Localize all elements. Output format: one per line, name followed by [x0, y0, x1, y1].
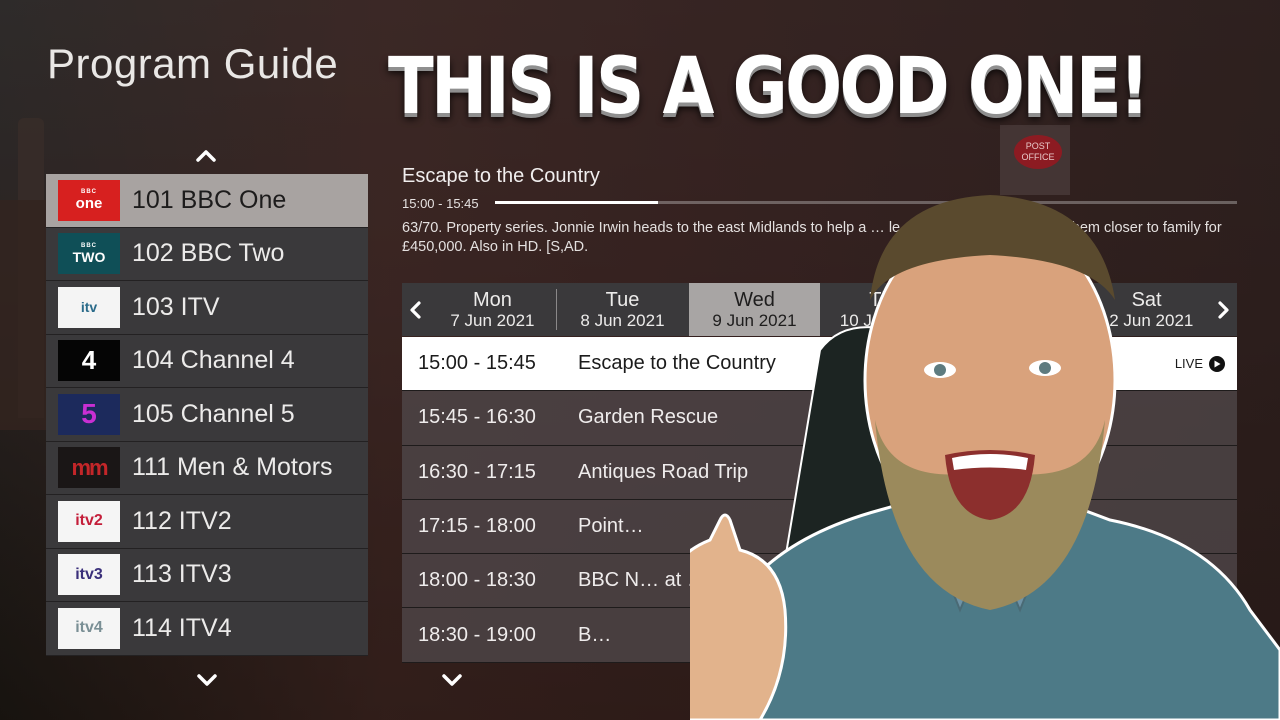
channel-name: 105 Channel 5	[132, 399, 295, 428]
channel-row-bbc-one[interactable]: BBC one 101 BBC One	[46, 174, 368, 228]
day-tab-mon[interactable]: Mon 7 Jun 2021	[427, 283, 558, 336]
day-date: 8 Jun 2021	[580, 310, 665, 330]
bbc-two-logo-icon: BBC TWO	[58, 233, 120, 275]
day-date: 7 Jun 2021	[450, 310, 535, 330]
channel-row-itv[interactable]: itv 103 ITV	[46, 281, 368, 335]
previous-day-button[interactable]	[402, 283, 427, 336]
chevron-down-icon	[197, 674, 217, 686]
chevron-up-icon	[196, 150, 216, 162]
channel-5-logo-icon: 5	[58, 393, 120, 435]
channel-row-men-and-motors[interactable]: mm 111 Men & Motors	[46, 441, 368, 495]
day-tab-tue[interactable]: Tue 8 Jun 2021	[557, 283, 687, 336]
schedule-scroll-down-button[interactable]	[439, 670, 465, 690]
chevron-down-icon	[442, 674, 462, 686]
day-name: Tue	[605, 288, 640, 311]
channel-row-bbc-two[interactable]: BBC TWO 102 BBC Two	[46, 227, 368, 281]
men-and-motors-logo-icon: mm	[58, 447, 120, 489]
itv3-logo-icon: itv3	[58, 554, 120, 596]
program-time: 15:00 - 15:45	[402, 196, 479, 211]
channel-name: 113 ITV3	[132, 560, 232, 589]
post-office-sign: POST OFFICE	[1014, 135, 1062, 169]
bbc-one-logo-icon: BBC one	[58, 179, 120, 221]
channel-scroll-down-button[interactable]	[194, 670, 220, 690]
channel-row-itv3[interactable]: itv3 113 ITV3	[46, 548, 368, 602]
channel-name: 111 Men & Motors	[132, 453, 333, 482]
itv4-logo-icon: itv4	[58, 607, 120, 649]
channel-name: 102 BBC Two	[132, 239, 285, 268]
chevron-left-icon	[410, 300, 421, 319]
thumbnail-headline: THIS IS A GOOD ONE!	[388, 42, 1150, 132]
channel-name: 112 ITV2	[132, 506, 232, 535]
channel-name: 104 Channel 4	[132, 346, 295, 375]
scroll-up-button[interactable]	[193, 145, 219, 165]
person-thumbs-up-icon	[647, 195, 1280, 720]
page-title: Program Guide	[47, 40, 339, 87]
program-progress-fill	[495, 201, 659, 204]
channel-name: 103 ITV	[132, 292, 220, 321]
logo-text: one	[75, 195, 103, 213]
presenter-photo-cutout	[647, 190, 1280, 720]
schedule-time: 16:30 - 17:15	[418, 460, 536, 483]
channel-row-itv2[interactable]: itv2 112 ITV2	[46, 495, 368, 549]
channel-name: 101 BBC One	[132, 185, 287, 214]
logo-text: TWO	[72, 249, 106, 266]
day-name: Mon	[472, 288, 512, 311]
schedule-time: 18:30 - 19:00	[418, 623, 536, 646]
schedule-time: 17:15 - 18:00	[418, 515, 536, 538]
schedule-time: 15:00 - 15:45	[418, 352, 536, 375]
itv2-logo-icon: itv2	[58, 500, 120, 542]
channel-list: BBC one 101 BBC One BBC TWO 102 BBC Two it…	[46, 174, 368, 656]
channel-row-channel-5[interactable]: 5 105 Channel 5	[46, 388, 368, 442]
schedule-time: 18:00 - 18:30	[418, 569, 536, 592]
background-house	[0, 200, 48, 430]
schedule-time: 15:45 - 16:30	[418, 406, 536, 429]
channel-4-logo-icon: 4	[58, 340, 120, 382]
program-title: Escape to the Country	[402, 165, 600, 187]
channel-name: 114 ITV4	[132, 613, 232, 642]
channel-row-itv4[interactable]: itv4 114 ITV4	[46, 602, 368, 656]
channel-row-channel-4[interactable]: 4 104 Channel 4	[46, 334, 368, 388]
itv-logo-icon: itv	[58, 286, 120, 328]
